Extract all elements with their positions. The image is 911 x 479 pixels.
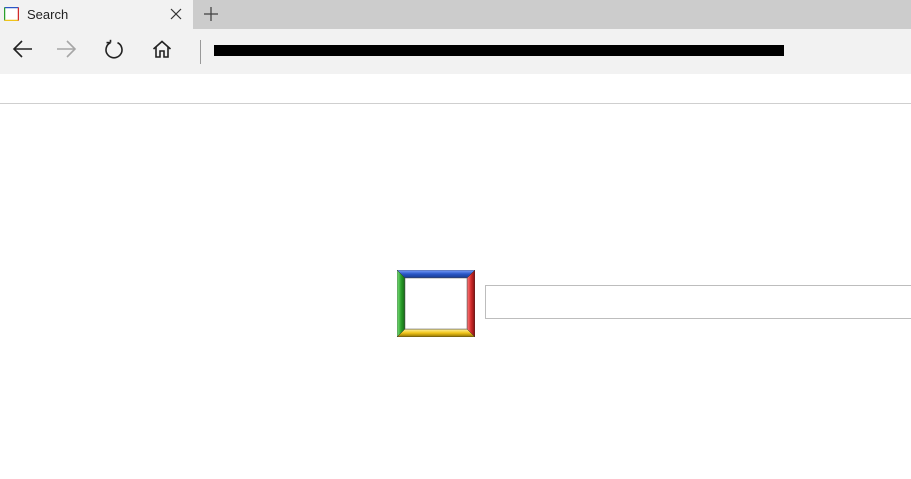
refresh-button[interactable] [91, 29, 137, 74]
tab-strip: Search [0, 0, 911, 29]
refresh-icon [104, 39, 124, 64]
plus-icon[interactable] [202, 5, 220, 23]
arrow-right-icon [55, 40, 77, 63]
search-input[interactable] [485, 285, 911, 319]
tab-search[interactable]: Search [0, 0, 193, 29]
tab-title: Search [27, 7, 69, 22]
home-button[interactable] [139, 29, 185, 74]
home-icon [152, 39, 172, 64]
logo-frame-icon [396, 269, 476, 338]
forward-button[interactable] [43, 29, 89, 74]
arrow-left-icon [12, 40, 34, 63]
address-bar[interactable] [214, 43, 784, 59]
address-separator [200, 40, 201, 64]
navigation-bar [0, 29, 911, 74]
address-redaction [214, 45, 784, 56]
favorites-bar [0, 74, 911, 104]
tab-favicon-icon [3, 6, 20, 22]
close-icon[interactable] [168, 6, 184, 22]
back-button[interactable] [0, 29, 46, 74]
search-logo [396, 269, 476, 338]
